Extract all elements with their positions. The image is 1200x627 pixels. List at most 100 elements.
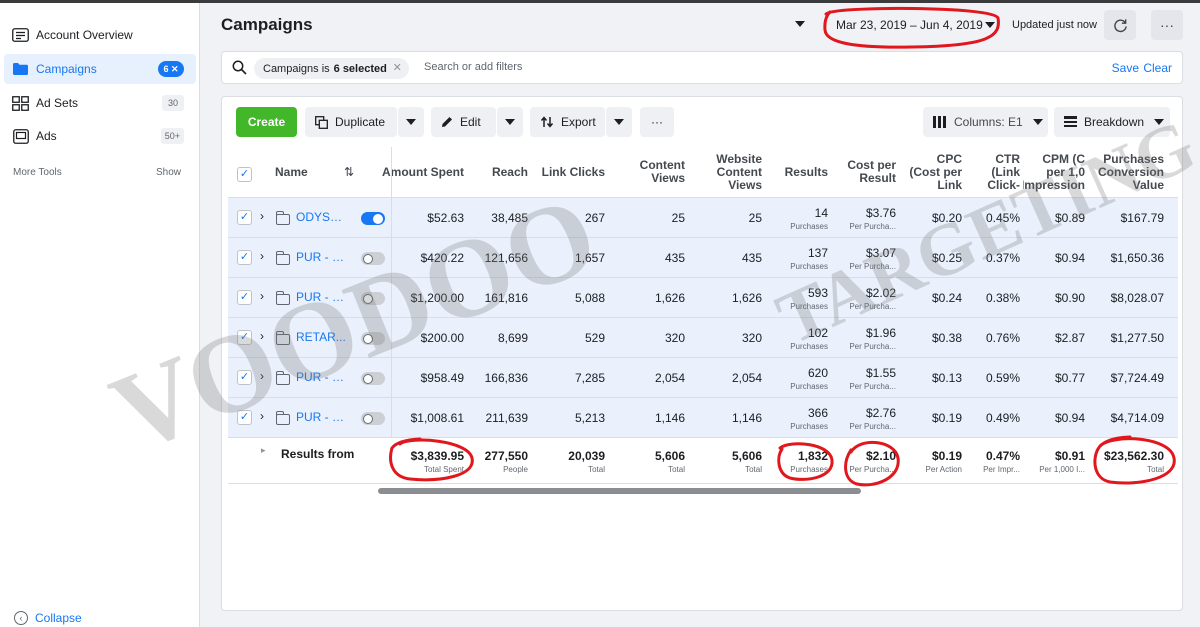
table-row[interactable]: ✓›PUR - M...$1,200.00161,8165,0881,6261,… [228, 277, 1178, 317]
clear-filter-link[interactable]: Clear [1143, 61, 1172, 75]
export-dropdown[interactable] [606, 107, 632, 137]
more-actions-button[interactable]: ··· [640, 107, 674, 137]
cell-link-clicks: 7,285 [574, 371, 605, 385]
table-row[interactable]: ✓ › ODYSS... $52.63 38,485 267 25 25 14 Purchases… [228, 197, 1178, 237]
totals-label: Results from [281, 447, 355, 461]
cell-ctr: 0.49% [985, 411, 1020, 425]
horizontal-scrollbar[interactable] [378, 488, 861, 494]
column-header-cpm[interactable]: CPM (C per 1,0 Impression [1023, 147, 1085, 197]
chevron-right-icon[interactable]: › [260, 329, 264, 343]
columns-dropdown[interactable]: Columns: E1 [923, 107, 1048, 137]
chevron-right-icon[interactable]: › [260, 249, 264, 263]
edit-dropdown[interactable] [497, 107, 523, 137]
table-row[interactable]: ✓›PUR - M...$1,008.61211,6395,2131,1461,… [228, 397, 1178, 437]
column-header-reach[interactable]: Reach [470, 147, 528, 197]
cell-link-clicks: 5,213 [574, 411, 605, 425]
sidebar-item-account-overview[interactable]: Account Overview [4, 20, 196, 50]
chevron-right-icon[interactable]: › [260, 209, 264, 223]
date-range-picker[interactable]: Mar 23, 2019 – Jun 4, 2019 [836, 18, 983, 32]
more-tools-label: More Tools [13, 167, 62, 178]
cell-reach: 161,816 [484, 291, 528, 305]
row-checkbox[interactable]: ✓ [237, 370, 252, 385]
total-results: 1,832 Purchases [790, 449, 828, 474]
edit-label: Edit [460, 115, 481, 129]
edit-button[interactable]: Edit [431, 107, 496, 137]
row-checkbox[interactable]: ✓ [237, 210, 252, 225]
row-checkbox[interactable]: ✓ [237, 410, 252, 425]
cell-cost-per-result: $1.55 Per Purcha... [849, 365, 896, 391]
sort-icon[interactable]: ⇅ [338, 147, 354, 197]
export-button[interactable]: Export [530, 107, 605, 137]
selection-count-badge[interactable]: 6 ✕ [158, 61, 184, 77]
search-icon [232, 60, 247, 78]
sidebar-item-label: Ad Sets [36, 96, 79, 110]
column-header-cost-per-result[interactable]: Cost per Result [832, 147, 896, 197]
breakdown-dropdown[interactable]: Breakdown [1054, 107, 1170, 137]
cell-ctr: 0.45% [985, 211, 1020, 225]
table-row[interactable]: ✓ › RETAR... $200.00 8,699 529 320 320 102 Purcha… [228, 317, 1178, 357]
collapse-button[interactable]: ‹ Collapse [14, 611, 82, 625]
column-header-website-content-views[interactable]: Website Content Views [688, 147, 762, 197]
show-more-tools-link[interactable]: Show [156, 167, 181, 178]
cell-link-clicks: 5,088 [574, 291, 605, 305]
column-header-results[interactable]: Results [768, 147, 828, 197]
cell-cpm: $0.90 [1054, 291, 1085, 305]
chevron-right-icon[interactable]: › [260, 409, 264, 423]
total-reach: 277,550 People [484, 449, 528, 474]
sidebar-item-ads[interactable]: Ads 50+ [4, 121, 196, 151]
refresh-button[interactable] [1104, 10, 1136, 40]
total-cpm: $0.91 Per 1,000 I... [1039, 449, 1085, 474]
chevron-right-icon[interactable]: › [260, 289, 264, 303]
select-all-checkbox[interactable]: ✓ [237, 167, 252, 182]
sidebar-item-campaigns[interactable]: Campaigns 6 ✕ [4, 54, 196, 84]
column-header-content-views[interactable]: Content Views [606, 147, 685, 197]
cell-results: 137 Purchases [790, 245, 828, 271]
column-header-ctr[interactable]: CTR (Link Click- [968, 147, 1020, 197]
duplicate-button[interactable]: Duplicate [305, 107, 397, 137]
row-checkbox[interactable]: ✓ [237, 290, 252, 305]
campaign-name-link[interactable]: RETAR... [296, 330, 346, 344]
folder-icon [276, 251, 290, 265]
campaign-name-link[interactable]: ODYSS... [296, 210, 346, 224]
duplicate-dropdown[interactable] [398, 107, 424, 137]
chevron-down-icon [406, 119, 416, 125]
sidebar-item-ad-sets[interactable]: Ad Sets 30 [4, 88, 196, 118]
total-website-content-views: 5,606 Total [731, 449, 762, 474]
save-filter-link[interactable]: Save [1112, 61, 1139, 75]
cell-results: 102 Purchases [790, 325, 828, 351]
cell-content-views: 2,054 [654, 371, 685, 385]
table-row[interactable]: ✓›PUR - M...$958.49166,8367,2852,0542,05… [228, 357, 1178, 397]
column-header-cpc[interactable]: CPC (Cost per Link [900, 147, 962, 197]
total-ctr: 0.47% Per Impr... [983, 449, 1020, 474]
chevron-down-icon [505, 119, 515, 125]
create-button[interactable]: Create [236, 107, 297, 137]
folder-icon [276, 331, 290, 345]
chevron-down-icon [614, 119, 624, 125]
column-header-name[interactable]: Name [275, 147, 335, 197]
cell-content-views: 1,626 [654, 291, 685, 305]
more-options-button[interactable]: ··· [1151, 10, 1183, 40]
column-header-link-clicks[interactable]: Link Clicks [533, 147, 605, 197]
cell-cpm: $0.94 [1054, 251, 1085, 265]
chevron-right-icon[interactable]: › [260, 369, 264, 383]
row-checkbox[interactable]: ✓ [237, 250, 252, 265]
campaign-name-link[interactable]: PUR - M... [296, 410, 346, 424]
row-checkbox[interactable]: ✓ [237, 330, 252, 345]
table-row[interactable]: ✓›PUR - M...$420.22121,6561,657435435137… [228, 237, 1178, 277]
cell-cpc: $0.38 [931, 331, 962, 345]
campaign-name-link[interactable]: PUR - M... [296, 250, 346, 264]
campaign-name-link[interactable]: PUR - M... [296, 370, 346, 384]
cell-cost-per-result: $1.96 Per Purcha... [849, 325, 896, 351]
close-icon[interactable]: ✕ [393, 61, 402, 74]
chevron-down-icon[interactable] [985, 22, 995, 28]
search-input[interactable]: Search or add filters [424, 61, 522, 73]
cell-pcv: $1,650.36 [1110, 251, 1164, 265]
folder-icon [12, 62, 29, 77]
collapse-label: Collapse [35, 611, 82, 625]
cell-website-content-views: 1,626 [731, 291, 762, 305]
column-header-purchases-conversion-value[interactable]: Purchases Conversion Value [1090, 147, 1164, 197]
filter-search-bar[interactable]: Campaigns is 6 selected ✕ Search or add … [221, 51, 1183, 84]
filter-chip[interactable]: Campaigns is 6 selected ✕ [254, 58, 409, 79]
campaign-name-link[interactable]: PUR - M... [296, 290, 346, 304]
chevron-down-icon[interactable] [795, 21, 805, 27]
